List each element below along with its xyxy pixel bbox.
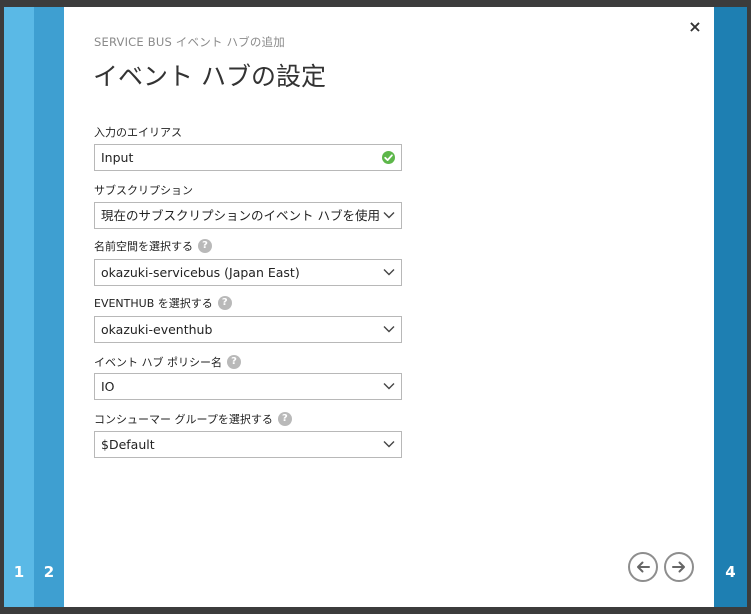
help-icon[interactable]: ?	[217, 296, 232, 310]
policy-select-value: IO	[101, 379, 115, 394]
wizard-subtitle: SERVICE BUS イベント ハブの追加	[94, 35, 285, 49]
subscription-select[interactable]: 現在のサブスクリプションのイベント ハブを使用	[94, 202, 402, 229]
back-button[interactable]	[628, 552, 658, 582]
policy-select[interactable]: IO	[94, 373, 402, 400]
help-icon[interactable]: ?	[227, 355, 241, 369]
namespace-label-text: 名前空間を選択する	[94, 240, 193, 253]
chevron-down-icon	[383, 441, 395, 448]
chevron-down-icon	[383, 212, 395, 219]
consumer-group-label: コンシューマー グループを選択する ?	[94, 411, 292, 427]
wizard-frame: 1 2 × SERVICE BUS イベント ハブの追加 イベント ハブの設定 …	[0, 0, 751, 614]
help-icon[interactable]: ?	[277, 412, 292, 426]
policy-label: イベント ハブ ポリシー名 ?	[94, 354, 241, 370]
eventhub-label-text: EVENTHUB を選択する	[94, 297, 213, 310]
checkmark-icon	[382, 151, 395, 164]
eventhub-label: EVENTHUB を選択する ?	[94, 295, 232, 311]
subscription-select-value: 現在のサブスクリプションのイベント ハブを使用	[101, 208, 380, 223]
wizard-step-2[interactable]: 2	[34, 7, 64, 607]
consumer-group-select-value: $Default	[101, 437, 155, 452]
chevron-down-icon	[383, 269, 395, 276]
arrow-left-icon	[637, 561, 650, 573]
subscription-label-text: サブスクリプション	[94, 184, 193, 197]
alias-input[interactable]: Input	[94, 144, 402, 171]
eventhub-select-value: okazuki-eventhub	[101, 322, 213, 337]
arrow-right-icon	[672, 561, 685, 573]
step-2-number: 2	[43, 563, 55, 581]
alias-input-value: Input	[101, 150, 134, 165]
step-4-number: 4	[725, 563, 736, 581]
wizard-step-1[interactable]: 1	[4, 7, 34, 607]
chevron-down-icon	[383, 326, 395, 333]
policy-label-text: イベント ハブ ポリシー名	[94, 356, 222, 369]
consumer-group-select[interactable]: $Default	[94, 431, 402, 458]
namespace-select[interactable]: okazuki-servicebus (Japan East)	[94, 259, 402, 286]
close-icon[interactable]: ×	[687, 19, 703, 35]
eventhub-select[interactable]: okazuki-eventhub	[94, 316, 402, 343]
step-1-number: 1	[13, 563, 25, 581]
wizard-step-4[interactable]: 4	[714, 7, 747, 607]
alias-label: 入力のエイリアス	[94, 124, 182, 140]
help-icon[interactable]: ?	[198, 239, 212, 253]
alias-label-text: 入力のエイリアス	[94, 126, 182, 139]
wizard-panel: × SERVICE BUS イベント ハブの追加 イベント ハブの設定 入力のエ…	[64, 7, 714, 607]
chevron-down-icon	[383, 383, 395, 390]
consumer-group-label-text: コンシューマー グループを選択する	[94, 413, 273, 426]
namespace-select-value: okazuki-servicebus (Japan East)	[101, 265, 300, 280]
subscription-label: サブスクリプション	[94, 182, 193, 198]
next-button[interactable]	[664, 552, 694, 582]
page-title: イベント ハブの設定	[93, 62, 326, 91]
namespace-label: 名前空間を選択する ?	[94, 238, 212, 254]
